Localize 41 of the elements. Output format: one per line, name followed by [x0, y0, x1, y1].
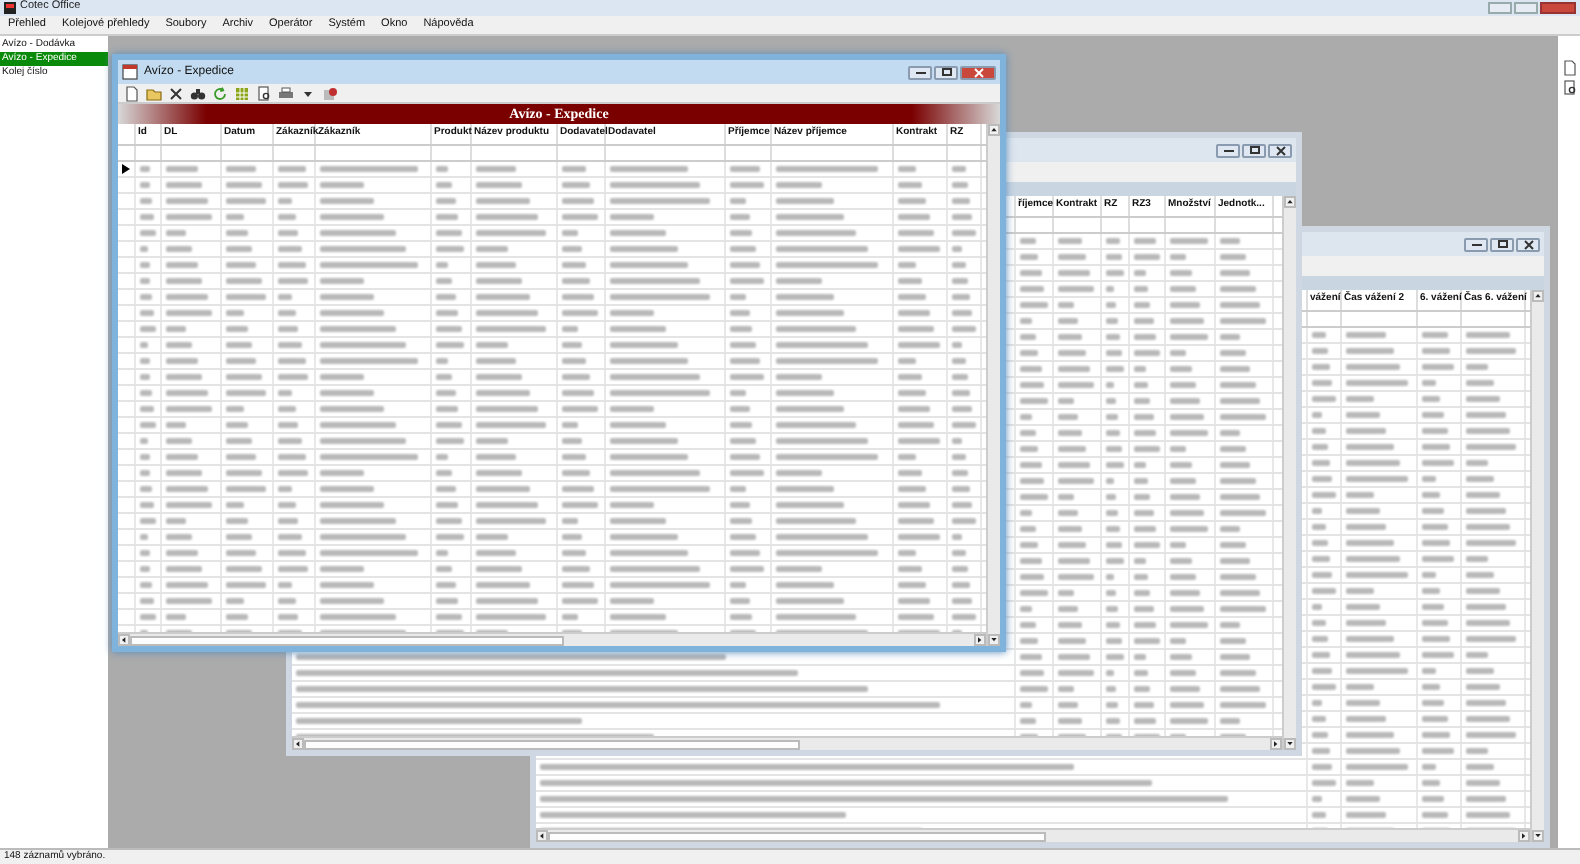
scroll-down-icon[interactable] [1284, 738, 1296, 750]
scroll-down-icon[interactable] [988, 634, 1000, 646]
print-preview-icon[interactable] [256, 85, 272, 101]
horizontal-scrollbar[interactable] [292, 736, 1282, 750]
export-icon[interactable] [322, 85, 338, 101]
delete-icon[interactable] [168, 85, 184, 101]
calendar-icon [122, 64, 138, 80]
app-logo-icon [4, 2, 16, 14]
scroll-right-icon[interactable] [974, 634, 986, 646]
horizontal-scrollbar[interactable] [118, 632, 986, 646]
maximize-button[interactable] [1490, 237, 1514, 251]
printer-icon[interactable] [278, 85, 294, 101]
close-button[interactable] [960, 65, 996, 79]
maximize-button[interactable] [934, 65, 958, 79]
scroll-down-icon[interactable] [1532, 830, 1544, 842]
row-pointer-icon [122, 164, 130, 174]
scroll-left-icon[interactable] [536, 830, 548, 842]
minimize-button[interactable] [1464, 237, 1488, 251]
vertical-scrollbar[interactable] [986, 124, 1000, 646]
scroll-right-icon[interactable] [1270, 738, 1282, 750]
close-button[interactable] [1268, 143, 1292, 157]
scroll-up-icon[interactable] [1532, 290, 1544, 302]
close-icon [1523, 239, 1533, 249]
maximize-button[interactable] [1242, 143, 1266, 157]
scroll-left-icon[interactable] [292, 738, 304, 750]
binoculars-icon[interactable] [190, 85, 206, 101]
print-preview-icon[interactable] [1561, 80, 1577, 96]
close-icon [1275, 145, 1285, 155]
close-icon [973, 67, 983, 77]
minimize-button[interactable] [1216, 143, 1240, 157]
minimize-button[interactable] [908, 65, 932, 79]
horizontal-scrollbar[interactable] [536, 828, 1530, 842]
scroll-up-icon[interactable] [988, 124, 1000, 136]
vertical-scrollbar[interactable] [1282, 196, 1296, 750]
refresh-icon[interactable] [212, 85, 228, 101]
scroll-left-icon[interactable] [118, 634, 130, 646]
document-icon[interactable] [1561, 60, 1577, 76]
scroll-up-icon[interactable] [1284, 196, 1296, 208]
vertical-scrollbar[interactable] [1530, 290, 1544, 842]
close-button[interactable] [1516, 237, 1540, 251]
scroll-right-icon[interactable] [1518, 830, 1530, 842]
